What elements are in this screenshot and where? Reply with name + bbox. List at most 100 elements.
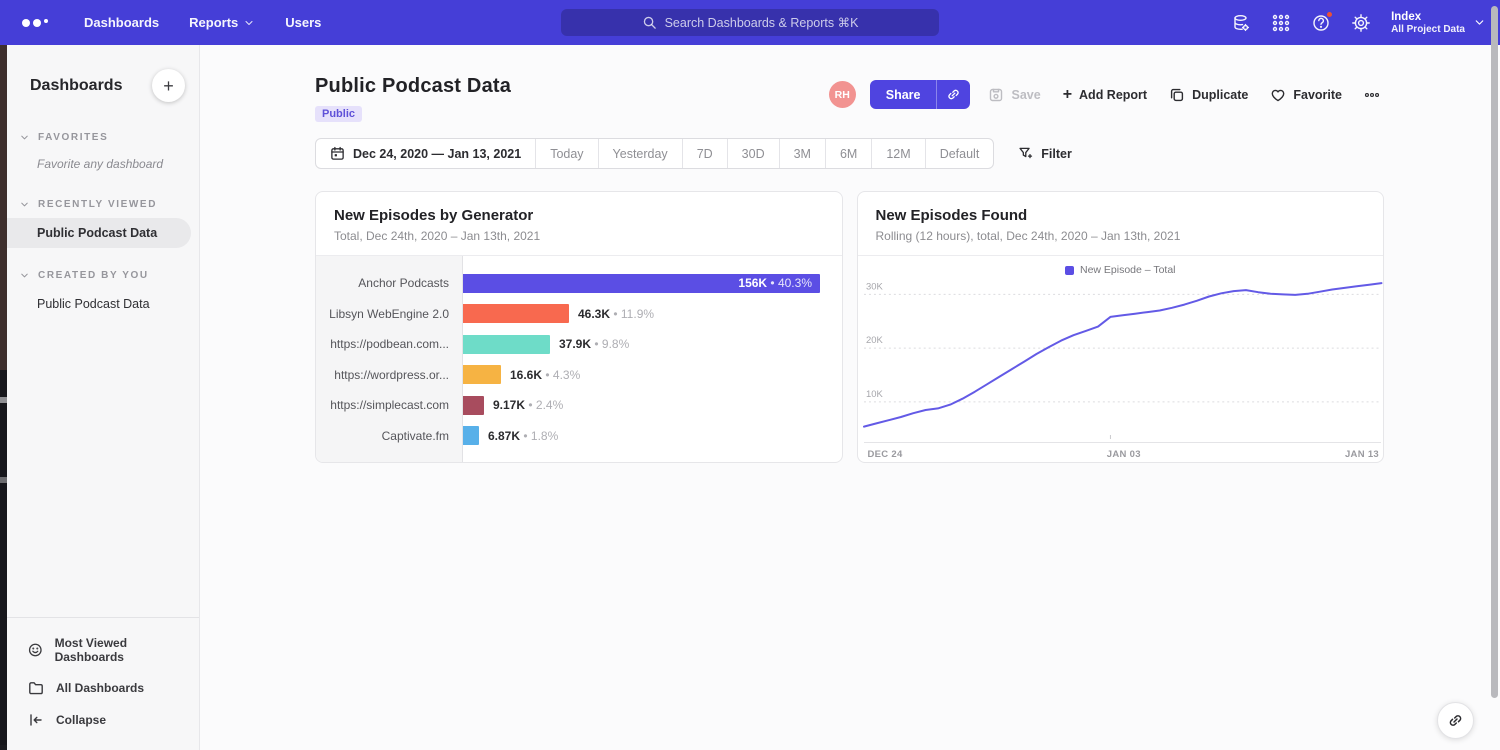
card-title: New Episodes by Generator bbox=[334, 207, 824, 224]
save-icon bbox=[988, 87, 1004, 103]
range-button-30d[interactable]: 30D bbox=[728, 139, 780, 168]
bar[interactable] bbox=[463, 396, 484, 415]
bar[interactable] bbox=[463, 365, 501, 384]
bar-row[interactable]: 16.6K • 4.3% bbox=[463, 360, 842, 391]
avatar[interactable]: RH bbox=[829, 81, 856, 108]
sidebar-item-public-podcast-data[interactable]: Public Podcast Data bbox=[7, 218, 191, 248]
bar[interactable] bbox=[463, 304, 569, 323]
favorite-button[interactable]: Favorite bbox=[1266, 83, 1346, 107]
toolbar: Dec 24, 2020 — Jan 13, 2021 Today Yester… bbox=[315, 138, 1384, 169]
copy-link-button[interactable] bbox=[936, 80, 970, 109]
link-icon bbox=[946, 87, 961, 102]
nav-item-label: Dashboards bbox=[84, 15, 159, 30]
bar-chart: Anchor PodcastsLibsyn WebEngine 2.0https… bbox=[316, 256, 842, 463]
share-button-group: Share bbox=[870, 80, 971, 109]
most-viewed-dashboards-button[interactable]: Most Viewed Dashboards bbox=[7, 628, 199, 672]
chevron-down-icon bbox=[19, 270, 30, 281]
public-badge: Public bbox=[315, 106, 362, 122]
bar-row[interactable]: 6.87K • 1.8% bbox=[463, 421, 842, 452]
save-label: Save bbox=[1011, 88, 1040, 102]
range-button-7d[interactable]: 7D bbox=[683, 139, 728, 168]
search-icon bbox=[642, 15, 657, 30]
range-button-today[interactable]: Today bbox=[536, 139, 598, 168]
floating-share-link-button[interactable] bbox=[1437, 702, 1474, 739]
link-icon bbox=[1447, 712, 1464, 729]
collapse-icon bbox=[28, 712, 44, 728]
x-axis-label: DEC 24 bbox=[868, 449, 903, 460]
project-switcher[interactable]: Index All Project Data bbox=[1391, 10, 1486, 35]
add-dashboard-button[interactable]: + bbox=[152, 69, 185, 102]
x-axis-label: JAN 03 bbox=[1107, 449, 1141, 460]
range-button-3m[interactable]: 3M bbox=[780, 139, 826, 168]
line-chart[interactable]: 10K20K30K bbox=[864, 282, 1382, 440]
y-axis-label: 10K bbox=[865, 389, 882, 400]
range-button-default[interactable]: Default bbox=[926, 139, 994, 168]
bar[interactable]: 156K • 40.3% bbox=[463, 274, 820, 293]
nav-item-reports[interactable]: Reports bbox=[189, 15, 255, 30]
mixpanel-logo-icon[interactable] bbox=[16, 15, 54, 31]
nav-item-dashboards[interactable]: Dashboards bbox=[84, 15, 159, 30]
sidebar-item-public-podcast-data[interactable]: Public Podcast Data bbox=[7, 289, 191, 319]
duplicate-button[interactable]: Duplicate bbox=[1165, 83, 1252, 107]
data-connections-icon[interactable] bbox=[1231, 13, 1251, 33]
add-report-label: Add Report bbox=[1079, 88, 1147, 102]
range-button-6m[interactable]: 6M bbox=[826, 139, 872, 168]
smiley-icon bbox=[28, 642, 43, 658]
section-header-recently-viewed[interactable]: RECENTLY VIEWED bbox=[7, 193, 199, 216]
bar-row[interactable]: 46.3K • 11.9% bbox=[463, 299, 842, 330]
chevron-down-icon bbox=[243, 17, 255, 29]
calendar-icon bbox=[330, 146, 345, 161]
filter-label: Filter bbox=[1041, 147, 1072, 161]
app-window: Dashboards Reports Users Search Dashboar… bbox=[0, 0, 1500, 750]
save-button[interactable]: Save bbox=[984, 83, 1044, 107]
nav-item-label: Users bbox=[285, 15, 321, 30]
bar-category-label: Captivate.fm bbox=[316, 421, 462, 452]
collapse-sidebar-button[interactable]: Collapse bbox=[7, 704, 199, 736]
bar-category-label: https://simplecast.com bbox=[316, 390, 462, 421]
footer-item-label: Most Viewed Dashboards bbox=[55, 636, 187, 664]
duplicate-label: Duplicate bbox=[1192, 88, 1248, 102]
bar-labels: Anchor PodcastsLibsyn WebEngine 2.0https… bbox=[316, 256, 463, 463]
range-button-yesterday[interactable]: Yesterday bbox=[599, 139, 683, 168]
bar[interactable] bbox=[463, 426, 479, 445]
notification-badge bbox=[1326, 11, 1333, 18]
chevron-down-icon bbox=[1473, 16, 1486, 29]
heart-icon bbox=[1270, 87, 1286, 103]
help-icon[interactable] bbox=[1311, 13, 1331, 33]
all-dashboards-button[interactable]: All Dashboards bbox=[7, 672, 199, 704]
bar-row[interactable]: 156K • 40.3% bbox=[463, 268, 842, 299]
project-name: Index bbox=[1391, 10, 1465, 24]
add-report-button[interactable]: + Add Report bbox=[1059, 83, 1151, 107]
date-range-picker[interactable]: Dec 24, 2020 — Jan 13, 2021 bbox=[316, 139, 536, 168]
bar[interactable] bbox=[463, 335, 550, 354]
card-subtitle: Rolling (12 hours), total, Dec 24th, 202… bbox=[876, 229, 1366, 243]
chevron-down-icon bbox=[19, 132, 30, 143]
bar-value-label: 37.9K • 9.8% bbox=[559, 337, 629, 351]
share-button[interactable]: Share bbox=[870, 80, 937, 109]
x-axis: DEC 24 JAN 03 JAN 13 bbox=[864, 442, 1382, 460]
vertical-scrollbar[interactable] bbox=[1491, 6, 1498, 698]
legend-label: New Episode – Total bbox=[1080, 264, 1176, 276]
bar-value-label: 9.17K • 2.4% bbox=[493, 398, 563, 412]
date-range-label: Dec 24, 2020 — Jan 13, 2021 bbox=[353, 147, 521, 161]
bar-rows: 156K • 40.3% 46.3K • 11.9% 37.9K • 9.8% 16.… bbox=[463, 256, 842, 463]
line-series[interactable] bbox=[864, 283, 1382, 427]
favorite-label: Favorite bbox=[1293, 88, 1342, 102]
bar-value-label: 156K • 40.3% bbox=[738, 276, 812, 290]
plus-icon: + bbox=[1063, 87, 1072, 103]
section-header-created-by-you[interactable]: CREATED BY YOU bbox=[7, 264, 199, 287]
apps-grid-icon[interactable] bbox=[1271, 13, 1291, 33]
range-button-12m[interactable]: 12M bbox=[872, 139, 925, 168]
filter-button[interactable]: Filter bbox=[1018, 146, 1072, 161]
section-label: RECENTLY VIEWED bbox=[38, 199, 157, 210]
settings-gear-icon[interactable] bbox=[1351, 13, 1371, 33]
bar-row[interactable]: 37.9K • 9.8% bbox=[463, 329, 842, 360]
nav-item-users[interactable]: Users bbox=[285, 15, 321, 30]
bar-row[interactable]: 9.17K • 2.4% bbox=[463, 390, 842, 421]
bar-category-label: Libsyn WebEngine 2.0 bbox=[316, 299, 462, 330]
section-header-favorites[interactable]: FAVORITES bbox=[7, 126, 199, 149]
card-subtitle: Total, Dec 24th, 2020 – Jan 13th, 2021 bbox=[334, 229, 824, 243]
more-options-button[interactable] bbox=[1360, 83, 1384, 107]
search-input[interactable]: Search Dashboards & Reports ⌘K bbox=[561, 9, 939, 36]
bar-value-label: 46.3K • 11.9% bbox=[578, 307, 654, 321]
